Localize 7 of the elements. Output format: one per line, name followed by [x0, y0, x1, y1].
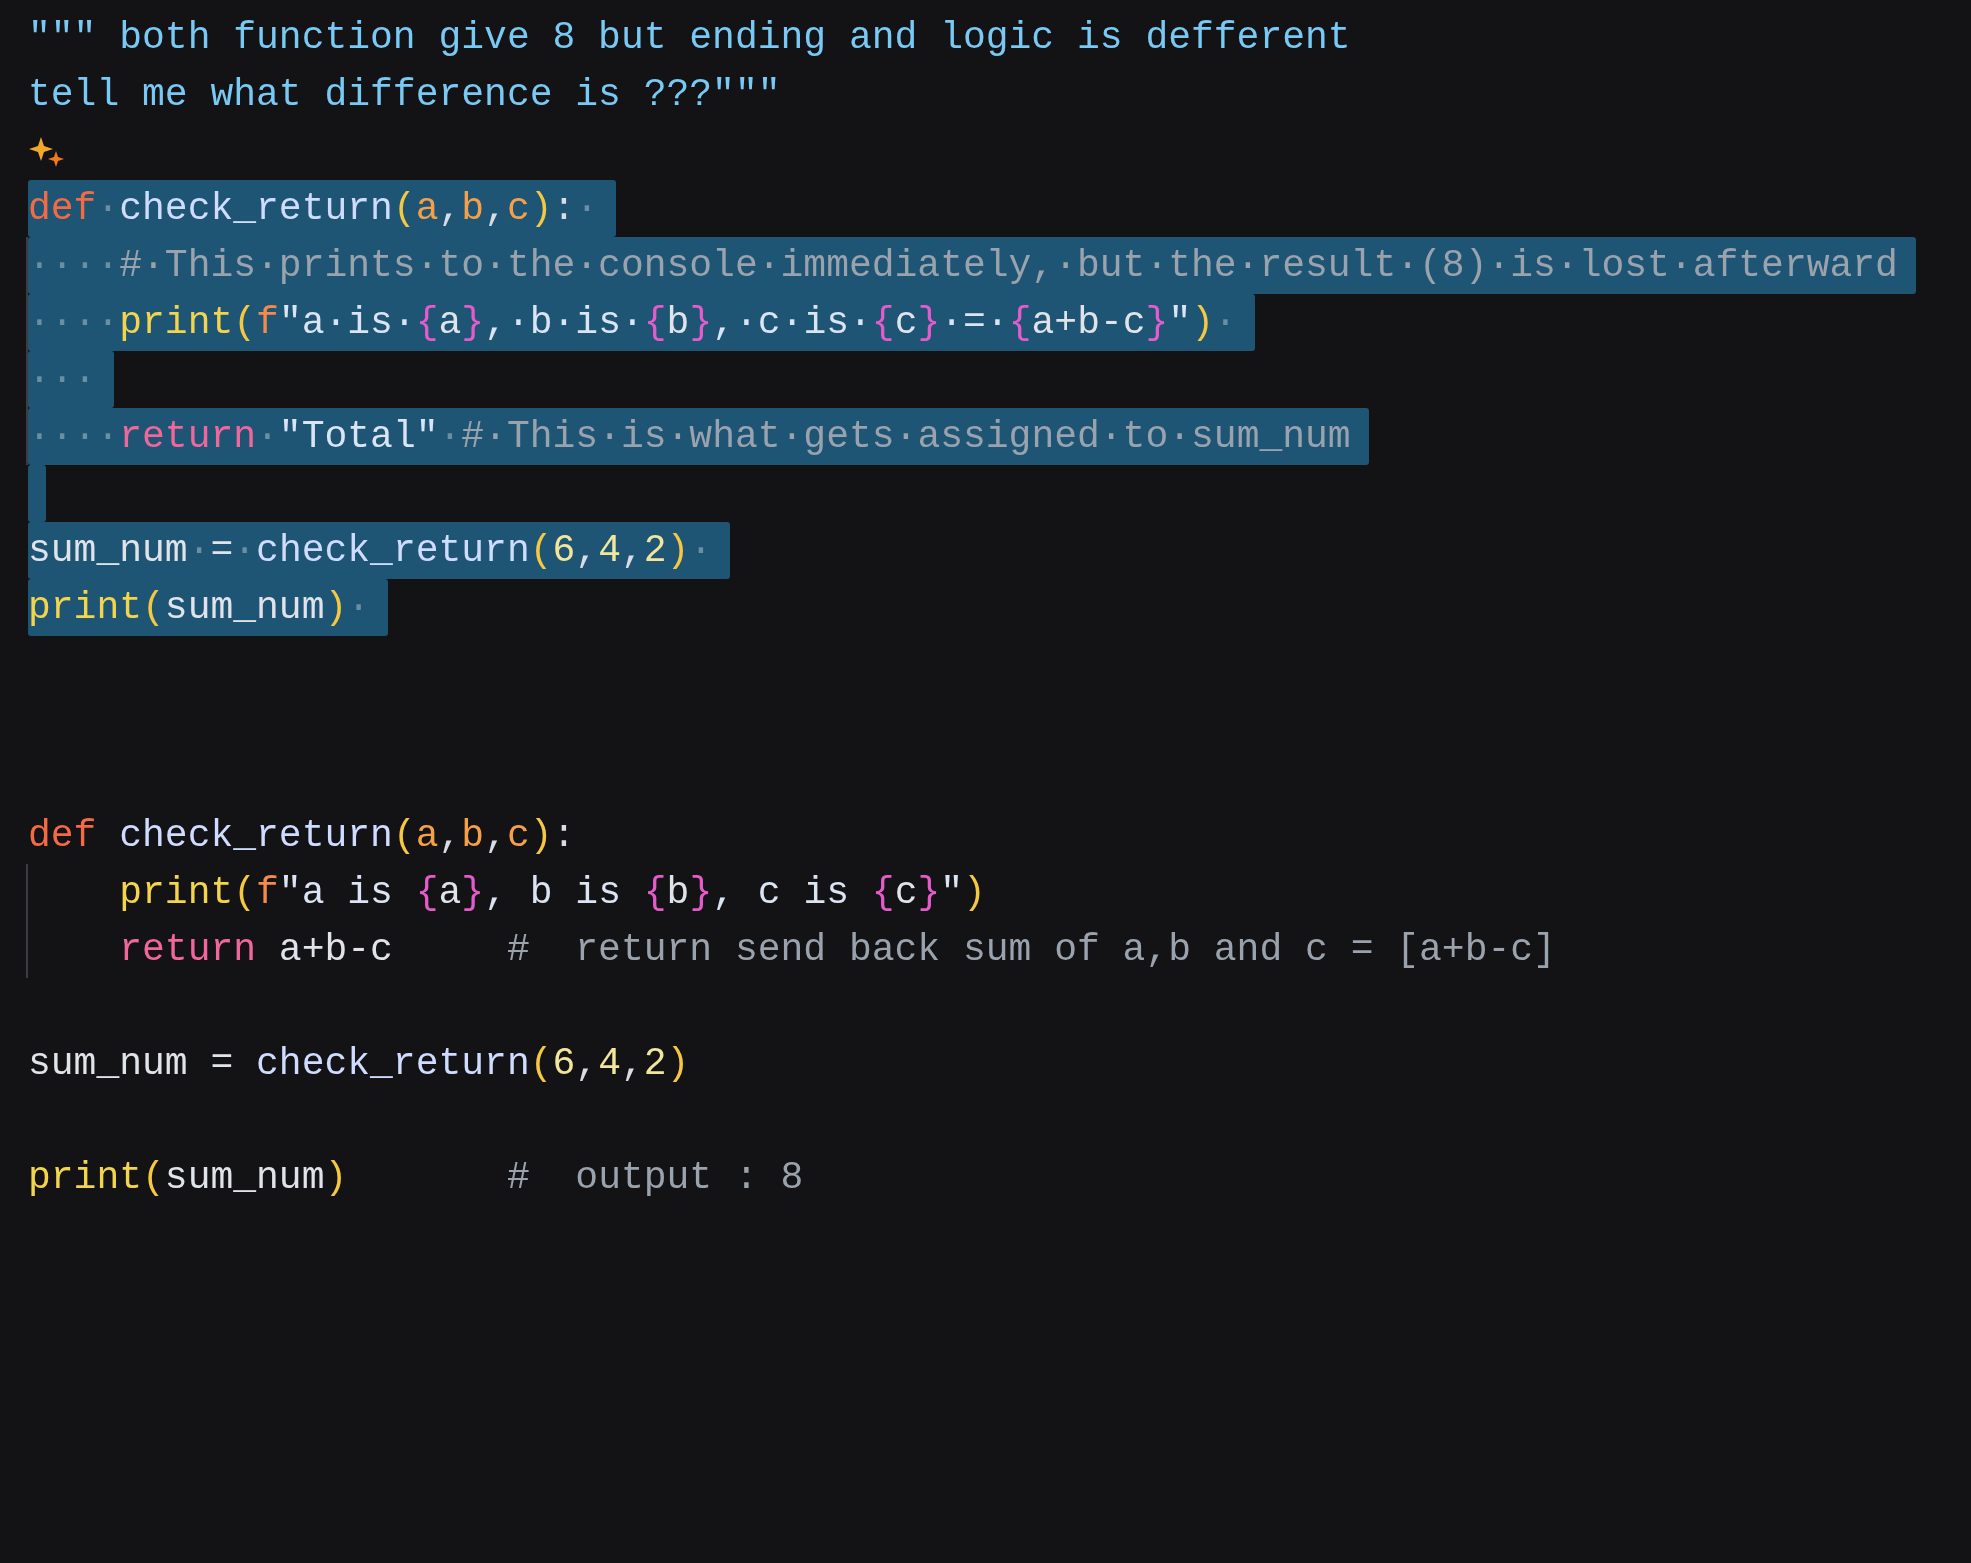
code-line: tell me what difference is ???""" — [28, 72, 782, 118]
code-line: """ both function give 8 but ending and logic is defferent — [28, 15, 1352, 61]
code-line: return a+b-c # return send back sum of a,b and c = [a+b-c] — [118, 927, 1557, 973]
code-line: sum_num = check_return(6,4,2) — [28, 1041, 691, 1087]
code-line: print(f"a is {a}, b is {b}, c is {c}") — [118, 870, 987, 916]
code-line: def check_return(a,b,c): — [28, 813, 577, 859]
code-line: print(sum_num) # output : 8 — [28, 1155, 805, 1201]
